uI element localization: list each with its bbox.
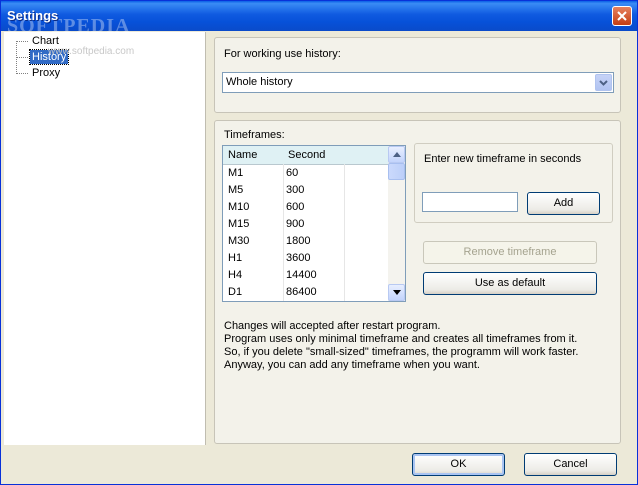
timeframe-name-cell: M15: [228, 218, 250, 230]
info-line: So, if you delete "small-sized" timefram…: [224, 346, 579, 358]
list-header: Name Second: [223, 146, 388, 165]
use-as-default-button[interactable]: Use as default: [423, 272, 597, 295]
dropdown-button[interactable]: [595, 74, 612, 91]
column-header-second[interactable]: Second: [288, 149, 325, 161]
scroll-up-button[interactable]: [388, 146, 405, 163]
ok-button[interactable]: OK: [412, 453, 505, 476]
tree-line: [16, 57, 28, 58]
chevron-down-icon: [599, 80, 608, 86]
new-timeframe-label: Enter new timeframe in seconds: [424, 153, 582, 165]
timeframe-name-cell: H4: [228, 269, 243, 281]
timeframe-seconds-cell: 900: [286, 218, 305, 230]
table-row[interactable]: M30 1800: [223, 233, 388, 250]
table-row[interactable]: H4 14400: [223, 267, 388, 284]
list-scrollbar[interactable]: [388, 146, 405, 301]
table-row[interactable]: D1 86400: [223, 284, 388, 301]
watermark-url: www.softpedia.com: [48, 46, 135, 57]
table-row[interactable]: M15 900: [223, 216, 388, 233]
info-line: Changes will accepted after restart prog…: [224, 320, 441, 332]
arrow-down-icon: [393, 290, 401, 295]
tree-line: [16, 73, 28, 74]
new-timeframe-input[interactable]: [422, 192, 518, 212]
close-icon: [617, 11, 627, 21]
tree-item-label: Proxy: [32, 67, 61, 79]
remove-timeframe-button[interactable]: Remove timeframe: [423, 241, 597, 264]
table-row[interactable]: M5 300: [223, 182, 388, 199]
info-line: Program uses only minimal timeframe and …: [224, 333, 578, 345]
scroll-thumb[interactable]: [388, 163, 405, 180]
window-title: Settings: [7, 8, 59, 23]
column-header-name[interactable]: Name: [228, 149, 257, 161]
timeframe-name-cell: M10: [228, 201, 250, 213]
timeframe-name-cell: M1: [228, 167, 244, 179]
history-select[interactable]: Whole history: [222, 72, 614, 93]
cancel-button[interactable]: Cancel: [524, 453, 617, 476]
timeframe-seconds-cell: 60: [286, 167, 299, 179]
arrow-up-icon: [393, 152, 401, 157]
timeframe-seconds-cell: 600: [286, 201, 305, 213]
tree-line: [16, 41, 28, 42]
timeframe-seconds-cell: 14400: [286, 269, 317, 281]
info-text: Changes will accepted after restart prog…: [224, 320, 609, 372]
timeframe-name-cell: M5: [228, 184, 244, 196]
timeframe-name-cell: H1: [228, 252, 243, 264]
info-line: Anyway, you can add any timeframe when y…: [224, 359, 480, 371]
timeframes-label: Timeframes:: [224, 129, 285, 141]
history-select-value: Whole history: [226, 76, 293, 88]
timeframe-seconds-cell: 3600: [286, 252, 311, 264]
history-source-label: For working use history:: [224, 48, 341, 60]
title-bar[interactable]: SOFTPEDIA Settings: [1, 1, 637, 37]
timeframes-list[interactable]: Name Second M1 60 M5 300 M10 600 M15 900 M30 1800…: [222, 145, 406, 302]
timeframe-seconds-cell: 300: [286, 184, 305, 196]
table-row[interactable]: H1 3600: [223, 250, 388, 267]
table-row[interactable]: M10 600: [223, 199, 388, 216]
timeframe-seconds-cell: 1800: [286, 235, 311, 247]
settings-tree: Chart History Proxy: [4, 32, 206, 445]
timeframe-seconds-cell: 86400: [286, 286, 317, 298]
timeframe-name-cell: D1: [228, 286, 243, 298]
add-button[interactable]: Add: [527, 192, 600, 215]
scroll-down-button[interactable]: [388, 284, 405, 301]
table-row[interactable]: M1 60: [223, 165, 388, 182]
close-button[interactable]: [612, 6, 632, 26]
timeframe-name-cell: M30: [228, 235, 250, 247]
